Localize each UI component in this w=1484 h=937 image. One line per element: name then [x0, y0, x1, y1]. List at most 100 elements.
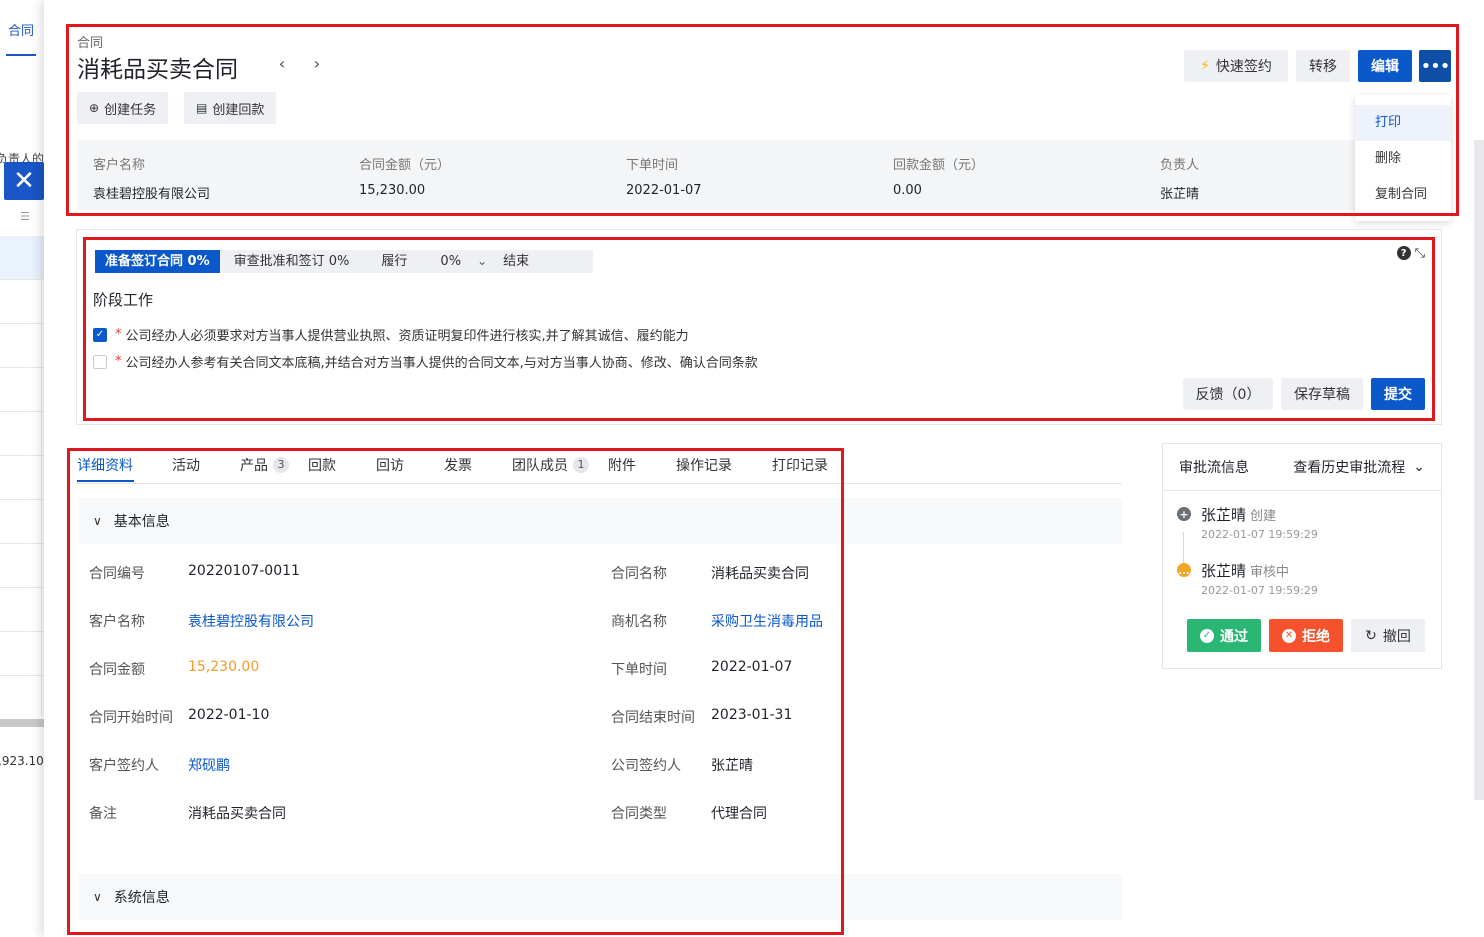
- summary-value: 张芷晴: [1160, 187, 1200, 202]
- tab-visits[interactable]: 回访: [376, 455, 404, 475]
- menu-item-delete[interactable]: 删除: [1355, 141, 1451, 177]
- tab-details[interactable]: 详细资料: [77, 455, 133, 475]
- step-time: 2022-01-07 19:59:29: [1201, 528, 1318, 541]
- more-dropdown-menu: 打印 删除 复制合同: [1355, 95, 1451, 221]
- field-label: 合同结束时间: [611, 710, 695, 726]
- tab-label: 打印记录: [772, 458, 828, 474]
- table-row[interactable]: [0, 456, 44, 500]
- history-dropdown[interactable]: 查看历史审批流程 ⌄: [1293, 457, 1425, 477]
- quick-sign-button[interactable]: ⚡ 快速签约: [1184, 50, 1288, 82]
- summary-order-time: 下单时间 2022-01-07: [626, 154, 702, 198]
- customer-signer-link[interactable]: 郑砚鹛: [188, 755, 230, 775]
- menu-item-print[interactable]: 打印: [1355, 105, 1451, 141]
- feedback-button[interactable]: 反馈（0）: [1183, 378, 1273, 410]
- table-row[interactable]: [0, 544, 44, 588]
- step-status: 创建: [1250, 509, 1277, 524]
- table-row[interactable]: [0, 588, 44, 632]
- end-date-value: 2023-01-31: [711, 707, 793, 723]
- step-time: 2022-01-07 19:59:29: [1201, 584, 1318, 597]
- table-row[interactable]: [0, 368, 44, 412]
- divider: [41, 236, 42, 716]
- checkbox-checked[interactable]: ✓: [93, 327, 107, 342]
- tab-label: 附件: [608, 458, 636, 474]
- tab-invoices[interactable]: 发票: [444, 455, 472, 475]
- tab-attachments[interactable]: 附件: [608, 455, 636, 475]
- tab-activity[interactable]: 活动: [172, 455, 200, 475]
- chevron-left-icon[interactable]: ‹: [272, 54, 292, 73]
- close-circle-icon: ✕: [1282, 628, 1296, 643]
- system-info-header[interactable]: ∨ 系统信息: [79, 874, 1122, 920]
- stage-step[interactable]: 结束: [493, 250, 594, 273]
- filter-icon[interactable]: ☰: [20, 210, 30, 223]
- pending-icon: …: [1177, 563, 1191, 577]
- checkbox-unchecked[interactable]: [93, 354, 107, 369]
- background-tab-contract[interactable]: 合同: [8, 20, 34, 39]
- summary-bar: 客户名称 袁桂碧控股有限公司 合同金额（元） 15,230.00 下单时间 20…: [77, 140, 1367, 210]
- field-label: 合同开始时间: [89, 710, 173, 726]
- background-list-panel: 合同 负责人的 ✕ ☰ ,923.10: [0, 0, 44, 937]
- table-row[interactable]: [0, 632, 44, 676]
- chevron-down-icon: ∨: [93, 514, 102, 528]
- save-draft-button[interactable]: 保存草稿: [1281, 378, 1363, 410]
- background-total-value: ,923.10: [0, 754, 44, 768]
- more-button[interactable]: •••: [1419, 50, 1451, 82]
- reject-label: 拒绝: [1302, 628, 1330, 645]
- stage-step[interactable]: 审查批准和签订 0%: [219, 250, 360, 273]
- chevron-down-icon: ⌄: [471, 250, 494, 273]
- tab-label: 活动: [172, 458, 200, 474]
- field-label: 客户签约人: [89, 758, 159, 774]
- transfer-button[interactable]: 转移: [1296, 50, 1350, 82]
- tab-team[interactable]: 团队成员 1: [512, 455, 589, 475]
- create-task-button[interactable]: ⊕ 创建任务: [77, 92, 169, 124]
- chevron-right-icon[interactable]: ›: [307, 54, 327, 73]
- summary-owner: 负责人 张芷晴: [1160, 154, 1199, 202]
- summary-label: 回款金额（元）: [893, 158, 985, 173]
- create-payment-button[interactable]: ▤ 创建回款: [184, 92, 277, 124]
- required-mark: *: [115, 327, 122, 342]
- start-date-value: 2022-01-10: [188, 707, 270, 723]
- stage-task: ✓ * 公司经办人必须要求对方当事人提供营业执照、资质证明复印件进行核实,并了解…: [93, 325, 689, 344]
- table-row[interactable]: [0, 500, 44, 544]
- contract-number-value: 20220107-0011: [188, 563, 300, 579]
- close-icon[interactable]: ✕: [4, 162, 44, 200]
- approve-label: 通过: [1220, 628, 1248, 645]
- tab-label: 回访: [376, 458, 404, 474]
- table-row[interactable]: [0, 280, 44, 324]
- more-dots-icon: •••: [1420, 55, 1451, 77]
- chevron-down-icon: ∨: [93, 890, 102, 904]
- approval-step: + 张芷晴 创建 2022-01-07 19:59:29: [1177, 504, 1318, 541]
- approve-button[interactable]: ✓ 通过: [1187, 619, 1261, 652]
- stage-step[interactable]: 准备签订合同 0%: [95, 250, 220, 273]
- contract-name-value: 消耗品买卖合同: [711, 566, 809, 582]
- edit-button[interactable]: 编辑: [1358, 50, 1412, 82]
- approval-header: 审批流信息 查看历史审批流程 ⌄: [1163, 444, 1441, 491]
- field-label: 备注: [89, 806, 117, 822]
- tab-operation-log[interactable]: 操作记录: [676, 455, 732, 475]
- submit-button[interactable]: 提交: [1371, 378, 1425, 410]
- basic-info-header[interactable]: ∨ 基本信息: [79, 498, 1122, 544]
- tab-payments[interactable]: 回款: [308, 455, 336, 475]
- stage-step[interactable]: 履行 0%: [359, 250, 472, 273]
- breadcrumb: 合同: [77, 36, 104, 51]
- horizontal-scrollbar[interactable]: [0, 719, 44, 727]
- create-payment-label: 创建回款: [212, 102, 265, 118]
- plus-circle-icon: +: [1177, 507, 1191, 521]
- tab-products[interactable]: 产品 3: [240, 455, 289, 475]
- reject-button[interactable]: ✕ 拒绝: [1269, 619, 1343, 652]
- field-label: 合同编号: [89, 566, 145, 582]
- revoke-button[interactable]: ↻ 撤回: [1351, 619, 1425, 652]
- table-row[interactable]: [0, 676, 44, 720]
- help-icon[interactable]: ?: [1396, 246, 1411, 260]
- customer-link[interactable]: 袁桂碧控股有限公司: [188, 611, 314, 631]
- table-row[interactable]: [0, 324, 44, 368]
- table-row[interactable]: [0, 236, 44, 280]
- summary-label: 下单时间: [626, 158, 679, 173]
- table-row[interactable]: [0, 412, 44, 456]
- menu-item-copy[interactable]: 复制合同: [1355, 177, 1451, 213]
- field-label: 公司签约人: [611, 758, 681, 774]
- tab-print-log[interactable]: 打印记录: [772, 455, 828, 475]
- vertical-scrollbar[interactable]: [1474, 140, 1484, 800]
- contract-type-value: 代理合同: [711, 806, 767, 822]
- collapse-icon[interactable]: ⤡: [1415, 246, 1425, 261]
- opportunity-link[interactable]: 采购卫生消毒用品: [711, 611, 823, 631]
